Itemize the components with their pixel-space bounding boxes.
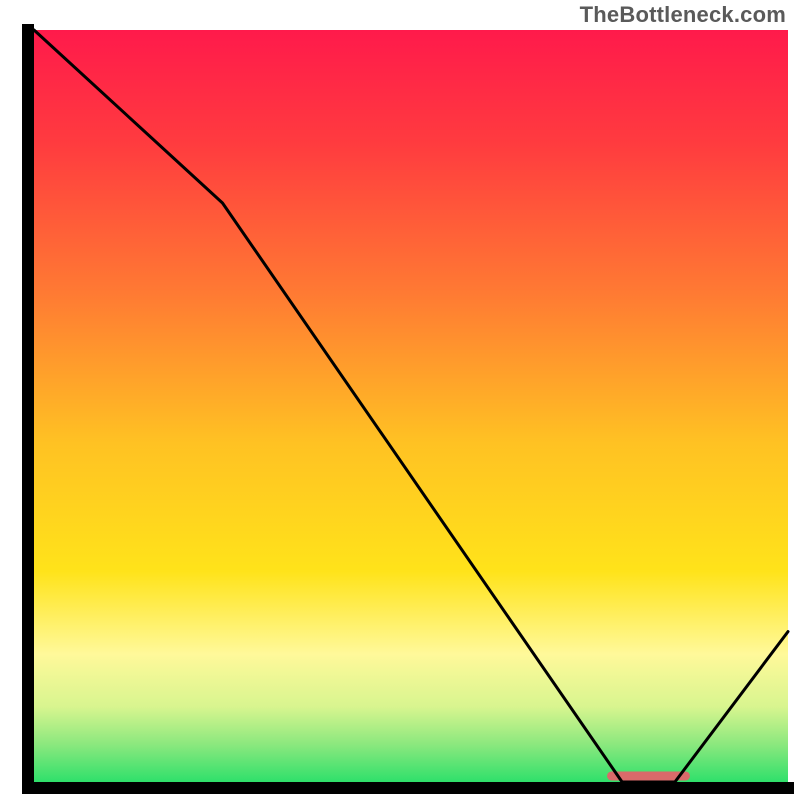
bottleneck-chart — [0, 0, 800, 800]
heat-gradient — [34, 30, 788, 782]
x-axis-line — [22, 782, 794, 794]
y-axis-line — [22, 24, 34, 794]
watermark-text: TheBottleneck.com — [580, 2, 786, 28]
chart-container: TheBottleneck.com — [0, 0, 800, 800]
